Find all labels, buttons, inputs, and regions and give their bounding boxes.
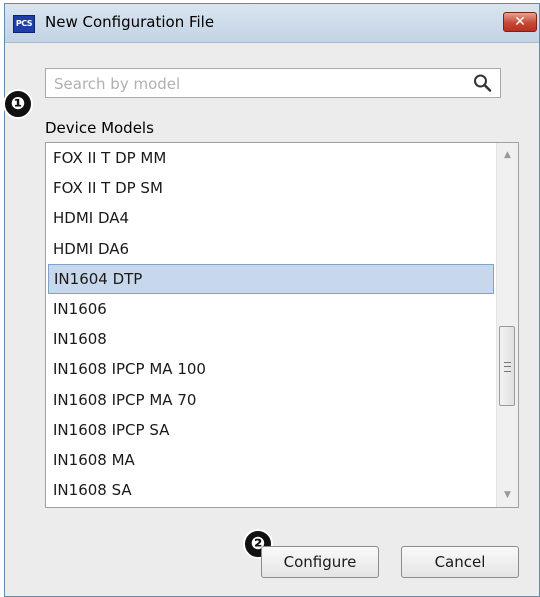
- list-item[interactable]: FOX II T DP SM: [48, 173, 494, 203]
- close-icon: ✕: [514, 14, 526, 30]
- cancel-button[interactable]: Cancel: [401, 546, 519, 578]
- scroll-thumb[interactable]: [499, 326, 515, 406]
- list-item[interactable]: IN1608 SA: [48, 475, 494, 505]
- configure-button[interactable]: Configure: [261, 546, 379, 578]
- scroll-down-arrow-icon[interactable]: ▼: [497, 485, 518, 505]
- close-button[interactable]: ✕: [503, 12, 537, 32]
- list-item[interactable]: HDMI DA6: [48, 234, 494, 264]
- scroll-up-arrow-icon[interactable]: ▲: [497, 145, 518, 165]
- search-input[interactable]: [52, 69, 456, 99]
- grip-icon: [504, 362, 511, 372]
- window-title: New Configuration File: [45, 13, 215, 31]
- title-bar[interactable]: PCS New Configuration File ✕: [5, 4, 539, 43]
- list-scrollbar[interactable]: ▲ ▼: [496, 143, 518, 507]
- list-item[interactable]: IN1608 IPCP MA 100: [48, 354, 494, 384]
- list-item[interactable]: FOX II T DP MM: [48, 143, 494, 173]
- list-item[interactable]: IN1606: [48, 294, 494, 324]
- list-item[interactable]: IN1608: [48, 324, 494, 354]
- list-item[interactable]: IN1608 IPCP SA: [48, 415, 494, 445]
- search-box[interactable]: [45, 68, 501, 99]
- device-models-label: Device Models: [45, 119, 154, 137]
- list-item[interactable]: IN1608 MA: [48, 445, 494, 475]
- device-models-list[interactable]: FOX II T DP MM FOX II T DP SM HDMI DA4 H…: [45, 142, 519, 508]
- search-icon[interactable]: [472, 73, 494, 93]
- list-item[interactable]: IN1608 IPCP MA 70: [48, 385, 494, 415]
- list-item-selected[interactable]: IN1604 DTP: [48, 263, 494, 294]
- new-configuration-dialog: PCS New Configuration File ✕ ❶ Device Mo…: [3, 3, 540, 597]
- app-icon: PCS: [13, 15, 35, 33]
- list-item[interactable]: HDMI DA4: [48, 203, 494, 233]
- callout-marker-1: ❶: [3, 89, 33, 119]
